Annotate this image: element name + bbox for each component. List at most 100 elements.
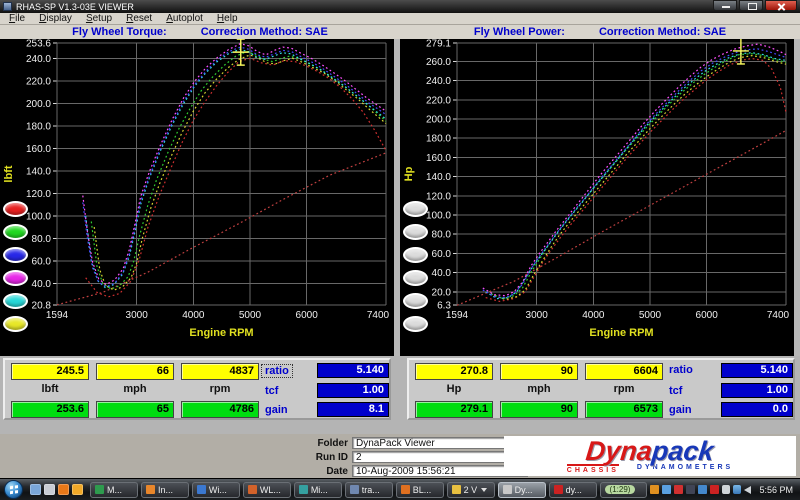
power-cursor-mph: 90 xyxy=(500,363,578,380)
trace-button-6[interactable] xyxy=(403,316,428,332)
taskbar-button-3[interactable]: WL... xyxy=(242,481,291,498)
run-id-field[interactable]: 2 xyxy=(352,451,528,463)
folder-field[interactable]: DynaPack Viewer xyxy=(352,437,528,449)
readout-strip: 245.5 66 4837 lbft mph rpm 253.6 65 4786… xyxy=(0,356,800,434)
app-icon xyxy=(349,485,359,494)
tcf-field[interactable]: 1.00 xyxy=(317,383,389,398)
chevron-down-icon xyxy=(481,487,488,492)
trace-button-3[interactable] xyxy=(403,247,428,263)
y-tick-label: 60.0 xyxy=(32,256,52,267)
tray-icon-5[interactable] xyxy=(698,485,708,494)
trace-button-1[interactable] xyxy=(403,201,428,217)
x-tick-label: 1594 xyxy=(46,310,69,321)
tray-icon-2[interactable] xyxy=(662,485,672,494)
trace-button-green[interactable] xyxy=(3,224,28,240)
menu-help[interactable]: Help xyxy=(210,13,245,24)
phone-icon[interactable] xyxy=(722,485,731,494)
y-tick-label: 140.0 xyxy=(426,172,451,183)
y-tick-label: 279.1 xyxy=(426,39,451,50)
messenger-icon[interactable] xyxy=(72,484,83,495)
firefox-icon[interactable] xyxy=(58,484,69,495)
start-button[interactable] xyxy=(4,480,23,499)
torque-cursor-value: 245.5 xyxy=(11,363,89,380)
taskbar-button-5[interactable]: tra... xyxy=(344,481,393,498)
x-tick-label: 6000 xyxy=(696,310,719,321)
taskbar-button-9[interactable]: dy... xyxy=(548,481,597,498)
taskbar-button-2[interactable]: Wi... xyxy=(191,481,240,498)
window-switcher-icon[interactable] xyxy=(44,484,55,495)
power-title: Fly Wheel Power: xyxy=(473,26,565,38)
taskbar-timer-button[interactable]: (1:29) xyxy=(599,481,648,498)
x-tick-label: 3000 xyxy=(126,310,149,321)
folder-label: Folder xyxy=(317,437,348,449)
y-tick-label: 160.0 xyxy=(26,144,51,155)
power-chart[interactable]: 279.1 260.0 240.0 220.0 200.0 180.0 160.0 140.0… xyxy=(400,39,794,356)
date-field[interactable]: 10-Aug-2009 15:56:21 xyxy=(352,465,528,477)
y-tick-label: 120.0 xyxy=(426,191,451,202)
ratio-field[interactable]: 5.140 xyxy=(721,363,793,378)
taskbar-clock[interactable]: 5:56 PM xyxy=(759,485,793,495)
network-icon[interactable] xyxy=(733,485,742,494)
tray-icon-3[interactable] xyxy=(674,485,684,494)
y-tick-label: 253.6 xyxy=(26,39,51,50)
y-tick-label: 180.0 xyxy=(26,121,51,132)
menu-autoplot[interactable]: Autoplot xyxy=(159,13,210,24)
taskbar-button-4[interactable]: Mi... xyxy=(293,481,342,498)
trace-button-2[interactable] xyxy=(403,224,428,240)
chart-area: 253.6 240.0 220.0 200.0 180.0 160.0 140.0 120.0… xyxy=(0,39,800,356)
taskbar-button-7[interactable]: 2 V xyxy=(446,481,495,498)
x-tick-label: 7400 xyxy=(367,310,390,321)
x-tick-label: 7400 xyxy=(767,310,790,321)
app-icon xyxy=(400,485,410,494)
maximize-button[interactable] xyxy=(739,0,763,11)
gain-field[interactable]: 0.0 xyxy=(721,402,793,417)
taskbar-button-8[interactable]: Dy... xyxy=(497,481,546,498)
date-label: Date xyxy=(326,465,348,477)
y-axis-title: lbft xyxy=(3,165,15,182)
titlebar: RHAS-SP V1.3-03E VIEWER xyxy=(0,0,800,13)
taskbar-button-1[interactable]: In... xyxy=(140,481,189,498)
series-run-red xyxy=(485,57,787,303)
trace-button-yellow[interactable] xyxy=(3,316,28,332)
logo-word-red: Dyna xyxy=(584,435,654,466)
torque-chart[interactable]: 253.6 240.0 220.0 200.0 180.0 160.0 140.0 120.0… xyxy=(0,39,394,356)
show-desktop-icon[interactable] xyxy=(30,484,41,495)
power-correction: Correction Method: SAE xyxy=(598,26,727,38)
tray-icon-6[interactable] xyxy=(710,485,720,494)
gain-label: gain xyxy=(265,404,288,416)
menu-reset[interactable]: Reset xyxy=(119,13,159,24)
gain-field[interactable]: 8.1 xyxy=(317,402,389,417)
folder-icon xyxy=(451,485,461,494)
x-tick-label: 3000 xyxy=(526,310,549,321)
series-run-magenta xyxy=(482,43,787,297)
minimize-button[interactable] xyxy=(713,0,737,11)
tray-icon-4[interactable] xyxy=(686,485,696,494)
power-max-value: 279.1 xyxy=(415,401,493,418)
x-tick-label: 1594 xyxy=(446,310,469,321)
menu-setup[interactable]: Setup xyxy=(79,13,119,24)
volume-icon[interactable] xyxy=(744,485,752,494)
ratio-field[interactable]: 5.140 xyxy=(317,363,389,378)
taskbar-button-0[interactable]: M... xyxy=(90,481,138,498)
close-button[interactable] xyxy=(765,0,797,11)
trace-button-blue[interactable] xyxy=(3,247,28,263)
trace-button-magenta[interactable] xyxy=(3,270,28,286)
mph-unit-label: mph xyxy=(123,383,147,395)
trace-button-red[interactable] xyxy=(3,201,28,217)
trace-button-5[interactable] xyxy=(403,293,428,309)
torque-max-value: 253.6 xyxy=(11,401,89,418)
app-icon xyxy=(502,485,512,494)
x-axis-title: Engine RPM xyxy=(589,327,653,339)
tcf-field[interactable]: 1.00 xyxy=(721,383,793,398)
y-axis-title: Hp xyxy=(403,166,415,181)
trace-button-4[interactable] xyxy=(403,270,428,286)
series-run-blue xyxy=(482,48,787,299)
logo-word-blue: pack xyxy=(650,435,716,466)
y-tick-label: 260.0 xyxy=(426,57,451,68)
taskbar-button-6[interactable]: BL... xyxy=(395,481,444,498)
trace-button-cyan[interactable] xyxy=(3,293,28,309)
tray-icon-1[interactable] xyxy=(650,485,660,494)
menu-display[interactable]: Display xyxy=(32,13,79,24)
menu-file[interactable]: File xyxy=(2,13,32,24)
y-tick-label: 60.0 xyxy=(432,249,452,260)
